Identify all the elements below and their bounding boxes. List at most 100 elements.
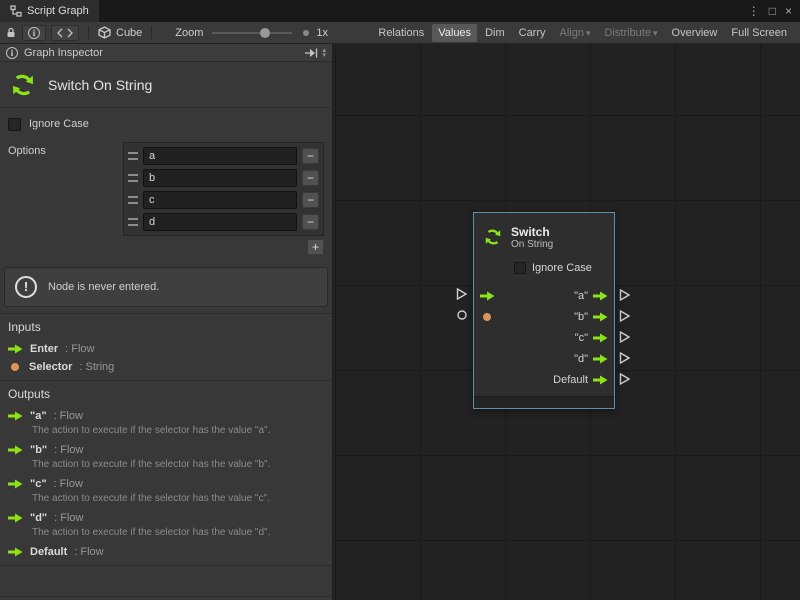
zoom-value: 1x <box>316 27 328 39</box>
zoom-slider-handle[interactable] <box>260 28 270 38</box>
node-port-row: "a" <box>474 285 614 306</box>
close-icon[interactable]: × <box>785 4 792 18</box>
remove-option-button[interactable]: − <box>302 214 319 230</box>
flow-port-icon <box>8 344 23 354</box>
toolbar-button-fullscreen[interactable]: Full Screen <box>725 24 793 42</box>
ignore-case-checkbox[interactable] <box>8 118 21 131</box>
list-item: − <box>126 211 321 233</box>
page-title: Switch On String <box>48 77 152 93</box>
flow-output-icon[interactable] <box>593 291 608 301</box>
remove-option-button[interactable]: − <box>302 170 319 186</box>
drag-handle-icon[interactable] <box>128 152 138 160</box>
flow-port-icon <box>8 547 23 557</box>
inspector-header: i Graph Inspector ▴ ▾ <box>0 44 332 62</box>
switch-icon <box>482 226 504 248</box>
output-connector-icon[interactable] <box>619 352 630 364</box>
node-subtitle: On String <box>511 239 553 250</box>
toolbar-button-relations[interactable]: Relations <box>372 24 430 42</box>
toolbar-button-carry[interactable]: Carry <box>513 24 552 42</box>
output-connector-icon[interactable] <box>619 310 630 322</box>
tab-script-graph[interactable]: Script Graph <box>0 0 99 22</box>
list-item: "d" : Flow <box>8 509 324 527</box>
warning-icon: ! <box>15 276 37 298</box>
flow-input-icon[interactable] <box>480 291 495 301</box>
output-connector-icon[interactable] <box>619 289 630 301</box>
inspector-header-title: Graph Inspector <box>24 47 103 59</box>
drag-handle-icon[interactable] <box>128 218 138 226</box>
maximize-icon[interactable]: □ <box>769 4 776 18</box>
list-item: Selector : String <box>8 358 324 376</box>
kebab-menu-icon[interactable]: ⋮ <box>748 4 760 18</box>
option-input[interactable] <box>143 191 297 209</box>
target-label: Cube <box>116 27 142 39</box>
tab-label: Script Graph <box>27 5 89 17</box>
port-description: The action to execute if the selector ha… <box>8 527 324 543</box>
node-footer <box>474 396 614 408</box>
node-inspector-title-block: Switch On String <box>0 62 332 108</box>
port-label: Default <box>553 374 588 386</box>
list-item: "a" : Flow <box>8 407 324 425</box>
list-item: − <box>126 189 321 211</box>
zoom-reset-dot[interactable] <box>303 30 309 36</box>
list-item: "c" : Flow <box>8 475 324 493</box>
outputs-heading: Outputs <box>8 387 324 401</box>
port-description: The action to execute if the selector ha… <box>8 425 324 441</box>
switch-node[interactable]: Switch On String Ignore Case "a" <box>473 212 615 409</box>
graph-toolbar: i Cube Zoom 1x Relations Values Dim Carr… <box>0 22 800 44</box>
cube-icon <box>98 26 111 39</box>
code-view-button[interactable] <box>51 25 79 41</box>
info-icon: i <box>6 47 18 59</box>
dock-right-icon[interactable] <box>305 48 318 58</box>
lock-icon[interactable] <box>5 26 17 39</box>
zoom-slider-track <box>212 32 292 34</box>
graph-canvas[interactable]: Switch On String Ignore Case "a" <box>333 44 800 600</box>
options-list: − − − <box>123 142 324 236</box>
node-port-row: "c" <box>474 327 614 348</box>
inputs-section: Inputs Enter : Flow Selector : String <box>0 313 332 380</box>
enter-connector-icon[interactable] <box>456 288 467 300</box>
switch-icon <box>8 70 38 100</box>
warning-text: Node is never entered. <box>48 281 159 293</box>
flow-port-icon <box>8 513 23 523</box>
toolbar-button-distribute[interactable]: Distribute▾ <box>599 24 664 42</box>
toolbar-button-align[interactable]: Align▾ <box>554 24 597 42</box>
list-item: − <box>126 167 321 189</box>
outputs-section: Outputs "a" : Flow The action to execute… <box>0 380 332 565</box>
script-graph-icon <box>10 5 22 17</box>
dropdown-caret-icon: ▾ <box>586 28 591 38</box>
port-label: "d" <box>574 353 588 365</box>
toolbar-button-overview[interactable]: Overview <box>666 24 724 42</box>
toolbar-button-dim[interactable]: Dim <box>479 24 511 42</box>
flow-output-icon[interactable] <box>593 375 608 385</box>
port-label: "b" <box>574 311 588 323</box>
flow-output-icon[interactable] <box>593 312 608 322</box>
inspector-toggle-button[interactable]: i <box>22 25 46 41</box>
remove-option-button[interactable]: − <box>302 192 319 208</box>
warning-box: ! Node is never entered. <box>4 267 328 307</box>
flow-output-icon[interactable] <box>593 354 608 364</box>
option-input[interactable] <box>143 147 297 165</box>
zoom-slider[interactable] <box>212 28 292 38</box>
remove-option-button[interactable]: − <box>302 148 319 164</box>
options-label: Options <box>8 142 123 157</box>
graph-inspector-panel: i Graph Inspector ▴ ▾ Sw <box>0 44 333 600</box>
window-titlebar: Script Graph ⋮ □ × <box>0 0 800 22</box>
ignore-case-checkbox[interactable] <box>514 262 526 274</box>
output-connector-icon[interactable] <box>619 373 630 385</box>
graph-target[interactable]: Cube <box>98 26 142 39</box>
drag-handle-icon[interactable] <box>128 196 138 204</box>
flow-port-icon <box>8 445 23 455</box>
value-input-icon[interactable] <box>483 313 491 321</box>
add-option-button[interactable]: + <box>307 239 324 255</box>
list-item: Default : Flow <box>8 543 324 561</box>
toolbar-button-values[interactable]: Values <box>432 24 477 42</box>
code-icon <box>57 28 73 38</box>
option-input[interactable] <box>143 169 297 187</box>
drag-handle-icon[interactable] <box>128 174 138 182</box>
option-input[interactable] <box>143 213 297 231</box>
port-label: "c" <box>575 332 588 344</box>
output-connector-icon[interactable] <box>619 331 630 343</box>
scroll-carets-icon[interactable]: ▴ ▾ <box>322 48 326 58</box>
selector-connector-icon[interactable] <box>457 310 467 320</box>
flow-output-icon[interactable] <box>593 333 608 343</box>
